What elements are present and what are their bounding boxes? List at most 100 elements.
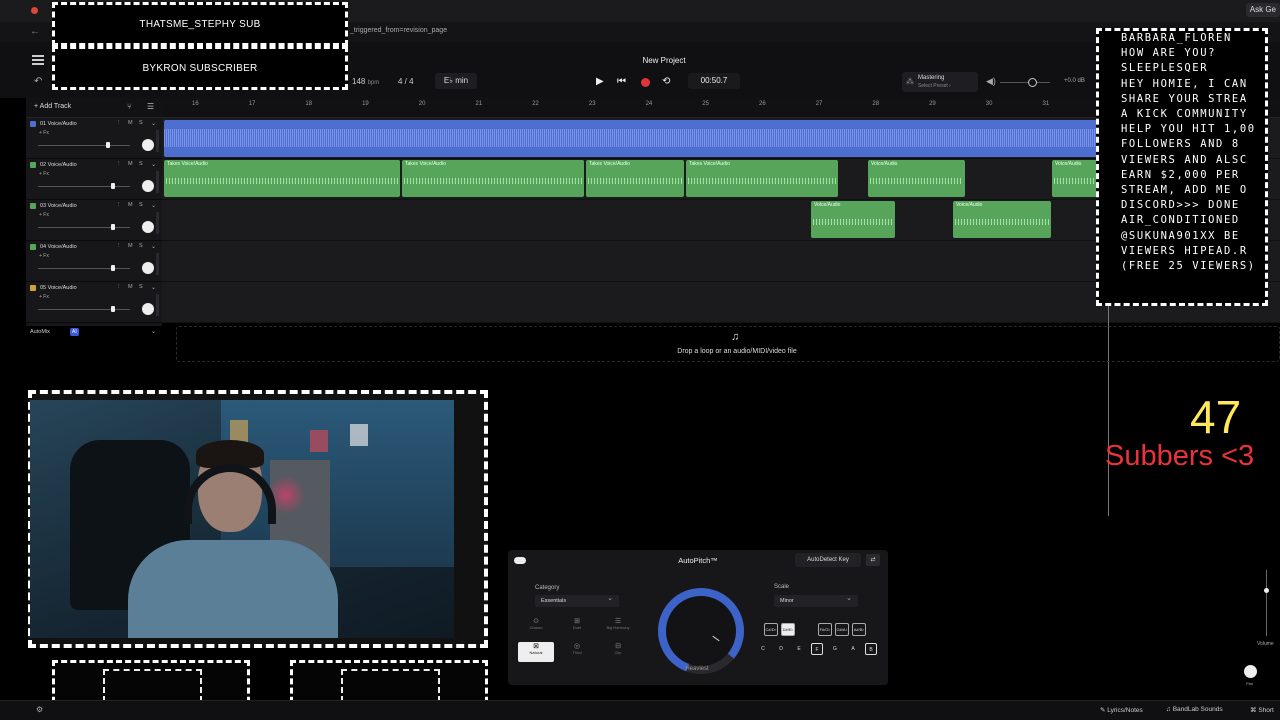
track-name[interactable]: 03 Voice/Audio <box>40 203 77 209</box>
scale-key-white[interactable]: E <box>793 643 805 655</box>
settings-gear-icon[interactable]: ⚙ <box>36 705 43 714</box>
master-volume-knob[interactable] <box>1028 78 1037 87</box>
scale-key-white[interactable]: B <box>865 643 877 655</box>
track-option-icon[interactable]: ⋮ <box>116 284 122 290</box>
rewind-icon[interactable]: ⏮ <box>617 76 626 87</box>
autopitch-toggle[interactable] <box>514 557 526 564</box>
fader-handle[interactable] <box>106 142 110 148</box>
autopitch-amount-dial[interactable] <box>658 588 744 674</box>
add-fx-button[interactable]: + Fx <box>39 294 49 300</box>
track-volume-fader[interactable] <box>38 186 130 187</box>
automix-row[interactable]: AutoMix AI ⌄ <box>26 326 162 340</box>
track-header[interactable]: 02 Voice/Audio + Fx ⋮ M S ⌄ <box>26 159 162 200</box>
scale-select[interactable]: Minor <box>774 593 858 607</box>
undo-icon[interactable]: ↶ <box>34 76 42 87</box>
chevron-down-icon[interactable]: ⌄ <box>151 202 156 209</box>
pan-knob[interactable] <box>142 139 154 151</box>
list-icon[interactable]: ☰ <box>147 102 154 111</box>
track-volume-fader[interactable] <box>38 309 130 310</box>
effect-classic[interactable]: ⊙ Classic <box>518 617 554 637</box>
audio-region[interactable]: Voice/Audio <box>811 201 895 238</box>
solo-button[interactable]: S <box>139 161 143 167</box>
record-button[interactable] <box>641 78 650 87</box>
add-fx-button[interactable]: + Fx <box>39 171 49 177</box>
solo-button[interactable]: S <box>139 202 143 208</box>
bandlab-sounds-button[interactable]: ♫ BandLab Sounds <box>1166 706 1223 713</box>
autodetect-key-button[interactable]: AutoDetect Key <box>795 553 861 567</box>
mute-button[interactable]: M <box>128 161 133 167</box>
track-header[interactable]: 04 Voice/Audio + Fx ⋮ M S ⌄ <box>26 241 162 282</box>
audio-region[interactable]: Takes Voice/Audio <box>586 160 684 197</box>
menu-icon[interactable] <box>32 55 44 65</box>
track-header[interactable]: 01 Voice/Audio + Fx ⋮ M S ⌄ <box>26 118 162 159</box>
tempo-display[interactable]: 148 bpm <box>352 77 379 86</box>
track-header[interactable]: 03 Voice/Audio + Fx ⋮ M S ⌄ <box>26 200 162 241</box>
volume-slider[interactable] <box>1266 570 1267 636</box>
mute-button[interactable]: M <box>128 202 133 208</box>
track-option-icon[interactable]: ⋮ <box>116 202 122 208</box>
back-arrow-icon[interactable]: ← <box>30 26 40 37</box>
chevron-down-icon[interactable]: ⌄ <box>151 120 156 127</box>
chevron-down-icon[interactable]: ⌄ <box>151 284 156 291</box>
lyrics-notes-button[interactable]: ✎ Lyrics/Notes <box>1100 706 1143 714</box>
play-icon[interactable]: ▶ <box>596 76 604 87</box>
audio-region-track-1[interactable] <box>164 120 1098 157</box>
speaker-icon[interactable]: ◀) <box>986 76 996 87</box>
track-header[interactable]: 05 Voice/Audio + Fx ⋮ M S ⌄ <box>26 282 162 323</box>
category-select[interactable]: Essentials <box>535 593 619 607</box>
track-name[interactable]: 01 Voice/Audio <box>40 121 77 127</box>
track-volume-fader[interactable] <box>38 268 130 269</box>
pan-knob[interactable] <box>1244 665 1257 678</box>
master-volume-slider[interactable] <box>1000 82 1050 83</box>
effect-natural[interactable]: ⊠ Natural <box>518 642 554 662</box>
volume-slider-knob[interactable] <box>1264 588 1269 593</box>
audio-region[interactable]: Takes Voice/Audio <box>164 160 400 197</box>
mute-button[interactable]: M <box>128 120 133 126</box>
chevron-down-icon[interactable]: ⌄ <box>151 243 156 250</box>
track-volume-fader[interactable] <box>38 145 130 146</box>
mastering-selector[interactable]: ⁂ Mastering Select Preset › <box>902 72 978 92</box>
add-track-button[interactable]: + Add Track <box>34 103 71 110</box>
solo-button[interactable]: S <box>139 284 143 290</box>
scale-key-black[interactable]: A#/B♭ <box>852 623 866 636</box>
add-fx-button[interactable]: + Fx <box>39 253 49 259</box>
audio-region[interactable]: Takes Voice/Audio <box>686 160 838 197</box>
audio-region[interactable]: Takes Voice/Audio <box>402 160 584 197</box>
scale-key-white[interactable]: D <box>775 643 787 655</box>
pan-knob[interactable] <box>142 262 154 274</box>
chevron-down-icon[interactable]: ⌄ <box>151 328 156 335</box>
track-option-icon[interactable]: ⋮ <box>116 161 122 167</box>
track-option-icon[interactable]: ⋮ <box>116 243 122 249</box>
scale-key-white[interactable]: F <box>811 643 823 655</box>
fader-handle[interactable] <box>111 224 115 230</box>
loop-icon[interactable]: ⟲ <box>662 76 670 87</box>
time-signature[interactable]: 4 / 4 <box>398 77 414 86</box>
scale-key-white[interactable]: C <box>757 643 769 655</box>
fader-handle[interactable] <box>111 306 115 312</box>
track-name[interactable]: 02 Voice/Audio <box>40 162 77 168</box>
scale-key-black[interactable]: D#/E♭ <box>781 623 795 636</box>
track-name[interactable]: 05 Voice/Audio <box>40 285 77 291</box>
scale-key-black[interactable]: F#/G♭ <box>818 623 832 636</box>
audio-region[interactable]: Voice/Audio <box>868 160 965 197</box>
pan-knob[interactable] <box>142 180 154 192</box>
effect-duet[interactable]: ⊞ Duet <box>559 617 595 637</box>
tuner-icon[interactable]: ⑂ <box>127 102 132 111</box>
fader-handle[interactable] <box>111 183 115 189</box>
effect-third[interactable]: ◎ Third <box>559 642 595 662</box>
fader-handle[interactable] <box>111 265 115 271</box>
pan-knob[interactable] <box>142 303 154 315</box>
close-window-dot[interactable] <box>31 7 38 14</box>
shortcuts-button[interactable]: ⌘ Short <box>1250 706 1274 714</box>
add-fx-button[interactable]: + Fx <box>39 212 49 218</box>
effect-clip[interactable]: ⊟ Clip <box>600 642 636 662</box>
settings-icon[interactable]: ⇄ <box>866 554 880 566</box>
track-option-icon[interactable]: ⋮ <box>116 120 122 126</box>
effect-big-harmony[interactable]: ☰ Big Harmony <box>600 617 636 637</box>
ask-button[interactable]: Ask Ge <box>1245 3 1280 17</box>
mute-button[interactable]: M <box>128 284 133 290</box>
scale-key-black[interactable]: C#/D♭ <box>764 623 778 636</box>
pan-knob[interactable] <box>142 221 154 233</box>
track-name[interactable]: 04 Voice/Audio <box>40 244 77 250</box>
solo-button[interactable]: S <box>139 120 143 126</box>
